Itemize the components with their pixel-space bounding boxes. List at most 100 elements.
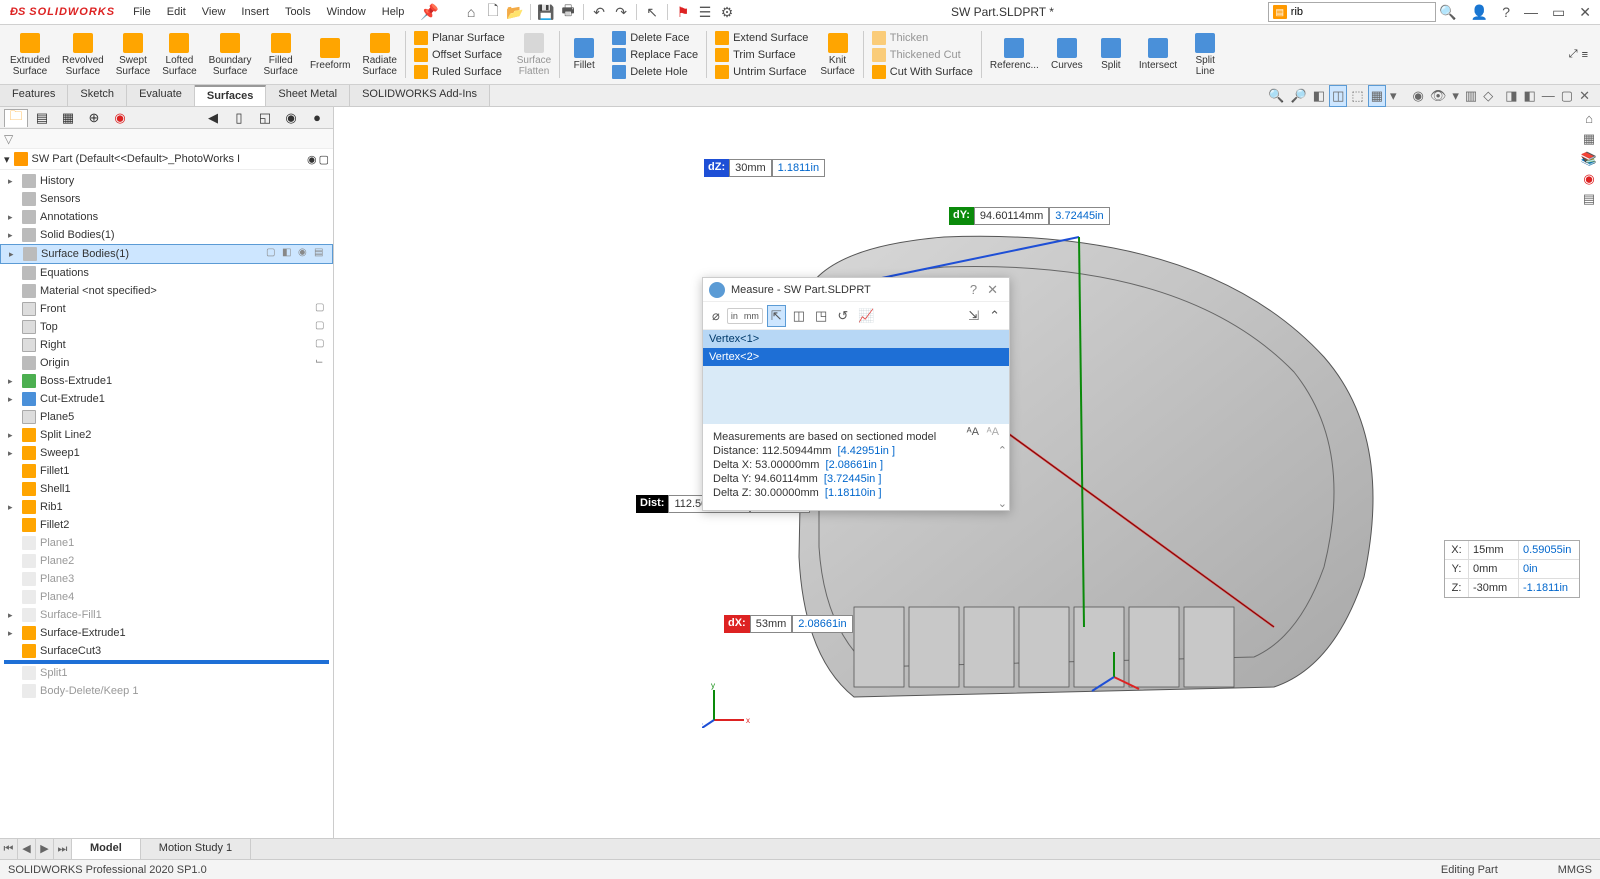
tree-item-annotations[interactable]: ▸Annotations bbox=[0, 208, 333, 226]
tree-item-cut-extrude1[interactable]: ▸Cut-Extrude1 bbox=[0, 390, 333, 408]
menu-insert[interactable]: Insert bbox=[233, 2, 277, 22]
ribbon-tab-surfaces[interactable]: Surfaces bbox=[195, 85, 266, 106]
user-icon[interactable]: 👤 bbox=[1466, 1, 1493, 24]
custom-props-icon[interactable]: ▤ bbox=[1580, 191, 1598, 209]
cmd-intersect[interactable]: Intersect bbox=[1133, 27, 1183, 82]
cmd-planar-surface[interactable]: Planar Surface bbox=[412, 30, 507, 46]
cmd-fillet[interactable]: Fillet bbox=[562, 27, 606, 82]
tree-item-fillet2[interactable]: Fillet2 bbox=[0, 516, 333, 534]
measure-close-icon[interactable]: ✕ bbox=[982, 282, 1003, 298]
tree-item-shell1[interactable]: Shell1 bbox=[0, 480, 333, 498]
display-state-icon[interactable]: ▢ bbox=[319, 153, 329, 166]
cmd-cut-with-surface[interactable]: Cut With Surface bbox=[870, 64, 975, 80]
measure-proj-icon[interactable]: ◫ bbox=[790, 306, 808, 326]
menu-window[interactable]: Window bbox=[319, 2, 374, 22]
options-icon[interactable]: ☰ bbox=[695, 2, 715, 22]
property-tab-icon[interactable]: ▤ bbox=[30, 109, 54, 127]
tree-item-sensors[interactable]: Sensors bbox=[0, 190, 333, 208]
prev-view-icon[interactable]: ◧ bbox=[1311, 86, 1327, 106]
ribbon-tab-sketch[interactable]: Sketch bbox=[68, 85, 127, 106]
zoom-area-icon[interactable]: 🔎 bbox=[1289, 86, 1309, 106]
menu-file[interactable]: File bbox=[125, 2, 159, 22]
redo-icon[interactable]: ↷ bbox=[611, 2, 631, 22]
tree-item-plane3[interactable]: Plane3 bbox=[0, 570, 333, 588]
cmd-replace-face[interactable]: Replace Face bbox=[610, 47, 700, 63]
max-child-icon[interactable]: ▢ bbox=[1559, 86, 1575, 106]
tab-motion-study[interactable]: Motion Study 1 bbox=[141, 839, 251, 859]
cmd-revolved-surface[interactable]: RevolvedSurface bbox=[56, 27, 110, 82]
measure-arc-icon[interactable]: ⌀ bbox=[709, 306, 723, 326]
minimize-icon[interactable]: — bbox=[1519, 1, 1543, 24]
open-icon[interactable]: 📂 bbox=[505, 2, 525, 22]
ribbon-tab-sheet-metal[interactable]: Sheet Metal bbox=[266, 85, 350, 106]
tree-item-equations[interactable]: Equations bbox=[0, 264, 333, 282]
cmd-filled-surface[interactable]: FilledSurface bbox=[257, 27, 303, 82]
menu-help[interactable]: Help bbox=[374, 2, 413, 22]
search-type-icon[interactable]: ▤ bbox=[1273, 5, 1287, 19]
ribbon-expand-icon[interactable]: ⤢ bbox=[1569, 48, 1578, 61]
next-tab-icon[interactable]: ▶ bbox=[36, 839, 54, 859]
status-units[interactable]: MMGS bbox=[1558, 864, 1592, 876]
nav-back-icon[interactable]: ◀ bbox=[201, 109, 225, 127]
cmd-split-line[interactable]: SplitLine bbox=[1183, 27, 1227, 82]
undo-icon[interactable]: ↶ bbox=[589, 2, 609, 22]
view-settings-icon[interactable]: ▾ bbox=[1450, 86, 1461, 106]
cmd-split[interactable]: Split bbox=[1089, 27, 1133, 82]
new-icon[interactable]: 🗋 bbox=[483, 2, 503, 22]
search-input[interactable] bbox=[1291, 6, 1431, 18]
ribbon-menu-icon[interactable]: ≡ bbox=[1582, 49, 1588, 61]
search-icon[interactable]: 🔍 bbox=[1436, 4, 1460, 21]
measure-selection-1[interactable]: Vertex<1> bbox=[703, 330, 1009, 348]
measure-hist-icon[interactable]: ↺ bbox=[834, 306, 851, 326]
cmd-trim-surface[interactable]: Trim Surface bbox=[713, 47, 810, 63]
print-icon[interactable]: 🖶 bbox=[558, 2, 578, 22]
rebuild-icon[interactable]: ⚑ bbox=[673, 2, 693, 22]
pin-icon[interactable]: 📌 bbox=[412, 3, 447, 21]
measure-expand-icon[interactable]: ⌃ bbox=[986, 306, 1003, 326]
restore-icon[interactable]: ▭ bbox=[1547, 1, 1570, 24]
tree-item-origin[interactable]: Origin⌙ bbox=[0, 354, 333, 372]
tree-item-sweep1[interactable]: ▸Sweep1 bbox=[0, 444, 333, 462]
edit-appearance-icon[interactable]: ◉ bbox=[1411, 86, 1426, 106]
cmd-ruled-surface[interactable]: Ruled Surface bbox=[412, 64, 507, 80]
tree-item-top[interactable]: Top▢ bbox=[0, 318, 333, 336]
cmd-lofted-surface[interactable]: LoftedSurface bbox=[156, 27, 202, 82]
measure-titlebar[interactable]: Measure - SW Part.SLDPRT ? ✕ bbox=[703, 278, 1009, 302]
ribbon-tab-features[interactable]: Features bbox=[0, 85, 68, 106]
tree-item-split1[interactable]: Split1 bbox=[0, 664, 333, 682]
cmd-knit-surface[interactable]: KnitSurface bbox=[814, 27, 860, 82]
cmd-swept-surface[interactable]: SweptSurface bbox=[110, 27, 156, 82]
display-pane-icon[interactable]: ▥ bbox=[1463, 86, 1479, 106]
tree-item-material-not-specified[interactable]: Material <not specified> bbox=[0, 282, 333, 300]
view-orient-icon[interactable]: ⬚ bbox=[1349, 86, 1365, 106]
split-icon[interactable]: ▯ bbox=[227, 109, 251, 127]
measure-pt-icon[interactable]: ◳ bbox=[812, 306, 830, 326]
graphics-area[interactable]: dZ: 30mm 1.1811in dY: 94.60114mm 3.72445… bbox=[334, 107, 1600, 838]
menu-edit[interactable]: Edit bbox=[159, 2, 194, 22]
measure-selection-2[interactable]: Vertex<2> bbox=[703, 348, 1009, 366]
tree-item-front[interactable]: Front▢ bbox=[0, 300, 333, 318]
min-child-icon[interactable]: — bbox=[1540, 86, 1557, 105]
cmd-offset-surface[interactable]: Offset Surface bbox=[412, 47, 507, 63]
home-pane-icon[interactable]: ⌂ bbox=[1580, 111, 1598, 129]
dimx-tab-icon[interactable]: ⊕ bbox=[82, 109, 106, 127]
tree-item-solid-bodies(1)[interactable]: ▸Solid Bodies(1) bbox=[0, 226, 333, 244]
measure-pin-icon[interactable]: ⇲ bbox=[965, 306, 982, 326]
render-icon[interactable]: ◇ bbox=[1481, 86, 1495, 106]
first-tab-icon[interactable]: ⏮ bbox=[0, 839, 18, 859]
tab-model[interactable]: Model bbox=[72, 839, 141, 859]
tree-item-plane1[interactable]: Plane1 bbox=[0, 534, 333, 552]
font-size-icon[interactable]: ᴬA bbox=[967, 426, 979, 438]
tree-item-body-delete/keep-1[interactable]: Body-Delete/Keep 1 bbox=[0, 682, 333, 700]
select-icon[interactable]: ↖ bbox=[642, 2, 662, 22]
display-tab-icon[interactable]: ◉ bbox=[108, 109, 132, 127]
menu-view[interactable]: View bbox=[194, 2, 234, 22]
zoom-fit-icon[interactable]: 🔍 bbox=[1266, 86, 1286, 106]
tree-filter[interactable]: ▽ bbox=[0, 129, 333, 149]
tree-item-plane2[interactable]: Plane2 bbox=[0, 552, 333, 570]
cmd-extruded-surface[interactable]: ExtrudedSurface bbox=[4, 27, 56, 82]
tree-item-surface-bodies(1)[interactable]: ▸Surface Bodies(1)▢◧◉▤ bbox=[0, 244, 333, 264]
measure-dialog[interactable]: Measure - SW Part.SLDPRT ? ✕ ⌀ inmm ⇱ ◫ … bbox=[702, 277, 1010, 511]
ribbon-tab-evaluate[interactable]: Evaluate bbox=[127, 85, 195, 106]
help-icon[interactable]: ? bbox=[1497, 1, 1515, 24]
